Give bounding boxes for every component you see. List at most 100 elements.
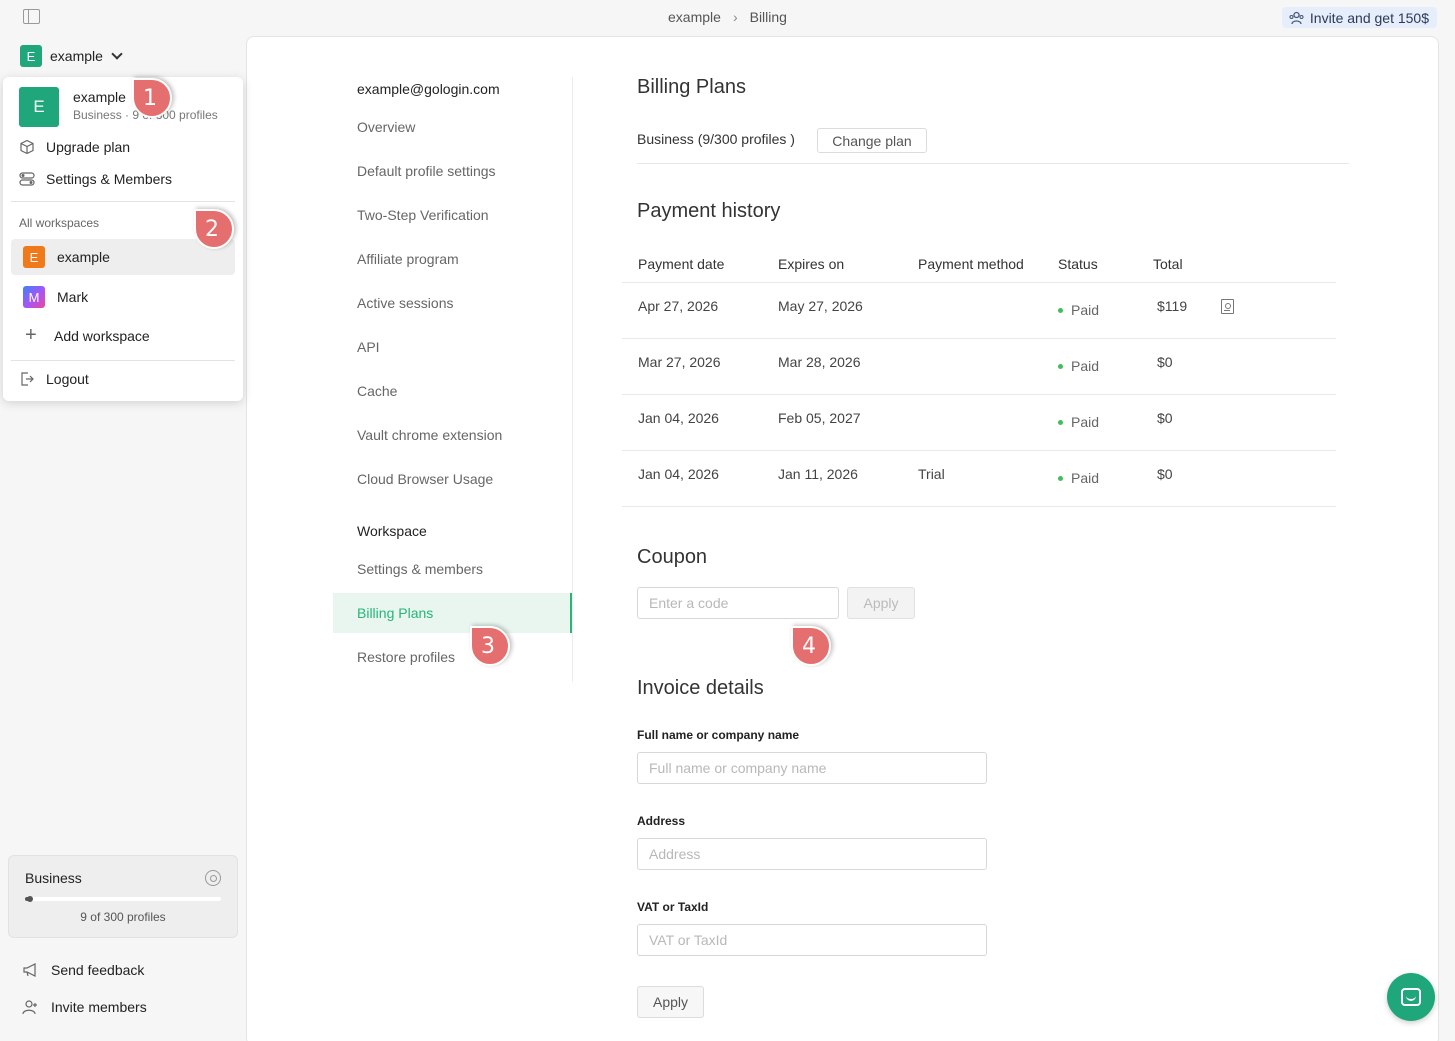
send-feedback-link[interactable]: Send feedback (22, 962, 144, 978)
settings-nav: example@gologin.com Overview Default pro… (333, 37, 573, 683)
payment-date: Jan 04, 2026 (638, 466, 719, 482)
divider (11, 360, 235, 361)
workspace-item-label: example (57, 249, 110, 265)
address-field[interactable] (637, 838, 987, 870)
address-label: Address (637, 814, 686, 828)
total-amount: $119 (1157, 298, 1188, 314)
nav-item-default-profile-settings[interactable]: Default profile settings (333, 151, 573, 191)
coupon-apply-button[interactable]: Apply (847, 587, 915, 619)
change-plan-button[interactable]: Change plan (817, 128, 927, 153)
marker-number: 4 (802, 633, 816, 659)
settings-members-label: Settings & Members (46, 171, 173, 187)
nav-item-restore-profiles[interactable]: Restore profiles (333, 637, 573, 677)
upgrade-plan-label: Upgrade plan (46, 139, 131, 155)
plus-icon: + (25, 324, 37, 346)
table-row: Mar 27, 2026 Mar 28, 2026 Paid $0 (622, 339, 1336, 395)
coupon-input[interactable] (637, 587, 839, 619)
status-dot (1058, 363, 1063, 369)
status-label: Paid (1071, 414, 1100, 430)
marker-number: 1 (143, 85, 157, 111)
table-row: Apr 27, 2026 May 27, 2026 Paid $119 (622, 283, 1336, 339)
expires-on: Mar 28, 2026 (778, 354, 861, 370)
users-icon (1289, 11, 1304, 24)
toggles-icon (19, 172, 35, 186)
plan-name: Business (25, 870, 82, 886)
divider (11, 201, 235, 202)
expires-on: Jan 11, 2026 (778, 466, 858, 482)
nav-item-api[interactable]: API (333, 327, 573, 367)
marker-number: 3 (481, 633, 495, 659)
workspace-item-label: Mark (57, 289, 89, 305)
coupon-title: Coupon (637, 546, 708, 568)
status-badge: Paid (1058, 302, 1099, 318)
status-label: Paid (1071, 302, 1100, 318)
chevron-down-icon (111, 48, 123, 60)
gear-icon[interactable] (205, 870, 221, 886)
full-name-label: Full name or company name (637, 728, 800, 742)
total-amount: $0 (1157, 410, 1173, 426)
table-row: Jan 04, 2026 Feb 05, 2027 Paid $0 (622, 395, 1336, 451)
workspace-avatar: M (23, 286, 45, 308)
step-marker: 3 (470, 626, 510, 666)
vat-label: VAT or TaxId (637, 900, 709, 914)
status-badge: Paid (1058, 414, 1099, 430)
support-chat-button[interactable] (1387, 973, 1435, 1021)
logout-item[interactable]: Logout (19, 371, 89, 387)
total-amount: $0 (1157, 354, 1173, 370)
workspace-switcher[interactable]: E example (20, 45, 123, 67)
status-dot (1058, 307, 1063, 313)
main-panel: example@gologin.com Overview Default pro… (246, 36, 1439, 1041)
invite-members-link[interactable]: Invite members (22, 999, 147, 1015)
full-name-field[interactable] (637, 752, 987, 784)
all-workspaces-heading: All workspaces (19, 216, 100, 230)
nav-item-active-sessions[interactable]: Active sessions (333, 283, 573, 323)
account-email: example@gologin.com (357, 81, 500, 97)
total-amount: $0 (1157, 466, 1173, 482)
chevron-right-icon: › (732, 9, 738, 25)
breadcrumb: example › Billing (0, 9, 1455, 25)
breadcrumb-workspace[interactable]: example (668, 9, 721, 25)
megaphone-icon (23, 963, 36, 977)
table-header: Payment date Expires on Payment method S… (622, 245, 1336, 283)
nav-item-cache[interactable]: Cache (333, 371, 573, 411)
add-user-icon (22, 1000, 37, 1015)
step-marker: 4 (791, 626, 831, 666)
invite-members-label: Invite members (51, 999, 147, 1015)
current-plan-text: Business (9/300 profiles ) (637, 131, 795, 147)
nav-item-settings-members[interactable]: Settings & members (333, 549, 573, 589)
invoice-apply-button[interactable]: Apply (637, 986, 704, 1018)
expires-on: Feb 05, 2027 (778, 410, 861, 426)
profile-usage-bar (25, 897, 221, 901)
dropdown-header: E example Business · 9 of 300 profiles (19, 87, 223, 127)
vat-field[interactable] (637, 924, 987, 956)
add-workspace-item[interactable]: + Add workspace (25, 324, 150, 346)
dropdown-workspace-avatar: E (19, 87, 59, 127)
nav-item-vault-extension[interactable]: Vault chrome extension (333, 415, 573, 455)
page-title: Billing Plans (637, 76, 746, 98)
nav-item-two-step-verification[interactable]: Two-Step Verification (333, 195, 573, 235)
nav-item-affiliate-program[interactable]: Affiliate program (333, 239, 573, 279)
usage-dot (27, 896, 33, 902)
step-marker: 1 (132, 78, 172, 118)
invite-reward-label: Invite and get 150$ (1309, 9, 1429, 26)
status-label: Paid (1071, 358, 1100, 374)
cube-icon (20, 139, 34, 155)
nav-item-billing-plans[interactable]: Billing Plans (333, 593, 573, 633)
plan-usage-card: Business 9 of 300 profiles (8, 855, 238, 938)
invite-reward-button[interactable]: Invite and get 150$ (1281, 7, 1437, 28)
logout-icon (21, 372, 34, 386)
nav-item-cloud-browser-usage[interactable]: Cloud Browser Usage (333, 459, 573, 499)
payment-method: Trial (918, 466, 945, 482)
settings-members-item[interactable]: Settings & Members (19, 171, 172, 187)
receipt-icon[interactable] (1221, 299, 1234, 314)
top-bar: example › Billing Invite and get 150$ (0, 0, 1455, 36)
invoice-details-title: Invoice details (637, 677, 764, 699)
chat-icon (1401, 988, 1421, 1006)
nav-item-overview[interactable]: Overview (333, 107, 573, 147)
breadcrumb-current: Billing (749, 9, 787, 25)
status-dot (1058, 419, 1063, 425)
column-header: Expires on (778, 256, 845, 272)
payment-date: Jan 04, 2026 (638, 410, 719, 426)
workspace-item-mark[interactable]: M Mark (11, 279, 235, 315)
upgrade-plan-item[interactable]: Upgrade plan (19, 139, 130, 155)
